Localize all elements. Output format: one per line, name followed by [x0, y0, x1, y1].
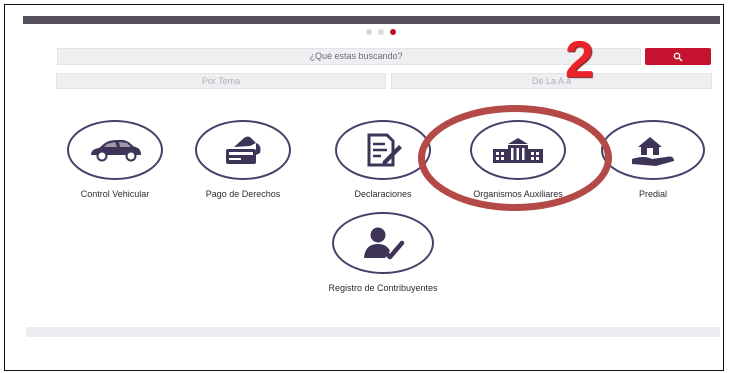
tile-label: Registro de Contribuyentes	[328, 283, 438, 293]
tile-pago-de-derechos[interactable]: Pago de Derechos	[178, 120, 308, 200]
filter-a-to-z[interactable]: De La A a	[391, 73, 712, 89]
highlight-ring-annotation	[418, 105, 612, 211]
search-input[interactable]: ¿Qué estas buscando?	[57, 48, 641, 65]
user-check-icon	[364, 227, 405, 260]
house-in-hand-icon	[632, 137, 674, 166]
filter-by-topic[interactable]: Por Tema	[56, 73, 386, 89]
tile-label: Declaraciones	[354, 189, 412, 199]
tile-label: Predial	[638, 189, 667, 199]
tile-icon-circle	[67, 120, 163, 180]
tile-label: Control Vehicular	[80, 189, 150, 199]
car-icon	[91, 140, 141, 162]
tile-control-vehicular[interactable]: Control Vehicular	[50, 120, 180, 200]
footer-strip	[26, 327, 720, 337]
tile-icon-circle	[601, 120, 705, 180]
top-bar	[23, 16, 720, 24]
tile-label: Pago de Derechos	[205, 189, 281, 199]
tile-icon-circle	[332, 212, 434, 274]
payment-card-icon	[226, 136, 261, 164]
document-edit-icon	[367, 133, 402, 167]
carousel-dot-active[interactable]	[390, 29, 396, 35]
carousel-dot[interactable]	[366, 29, 372, 35]
tile-icon-circle	[335, 120, 431, 180]
tile-registro-de-contribuyentes[interactable]: Registro de Contribuyentes	[318, 212, 448, 294]
search-button[interactable]	[645, 48, 711, 65]
carousel-dot[interactable]	[378, 29, 384, 35]
carousel-dots	[366, 29, 396, 35]
search-icon	[673, 52, 683, 61]
tile-icon-circle	[195, 120, 291, 180]
step-number-annotation: 2	[565, 31, 594, 89]
